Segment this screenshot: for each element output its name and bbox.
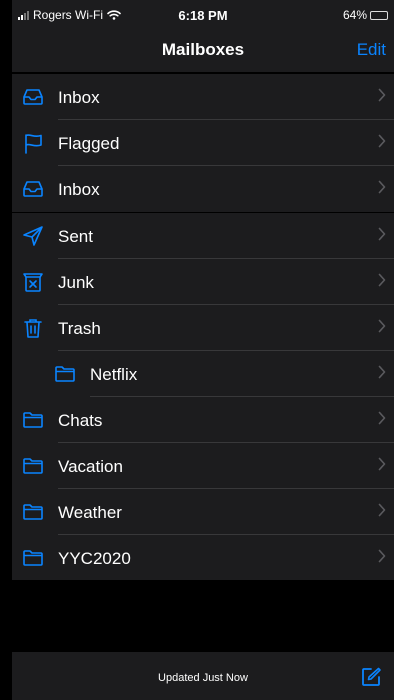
mail-app-screen: Rogers Wi-Fi 6:18 PM 64% Mailboxes Edit … xyxy=(12,0,394,700)
carrier-indicator: Rogers Wi-Fi xyxy=(18,8,121,22)
chevron-right-icon xyxy=(378,273,386,287)
folder-icon xyxy=(23,458,43,474)
chevron-right-icon xyxy=(378,319,386,333)
update-status: Updated Just Now xyxy=(158,672,248,684)
mailbox-label: Vacation xyxy=(58,457,123,476)
signal-strength-icon xyxy=(18,10,29,20)
chevron-right-icon xyxy=(378,549,386,563)
mailbox-row-trash[interactable]: Trash xyxy=(12,305,394,351)
inbox-tray-icon xyxy=(23,89,43,105)
mailbox-label: Inbox xyxy=(58,180,100,199)
mailbox-label: Trash xyxy=(58,319,101,338)
mailbox-label: Netflix xyxy=(90,365,138,384)
chevron-right-icon xyxy=(378,457,386,471)
chevron-right-icon xyxy=(378,134,386,148)
battery-indicator: 64% xyxy=(343,8,388,22)
mailbox-label: Flagged xyxy=(58,134,120,153)
flag-icon xyxy=(25,134,42,154)
chevron-right-icon xyxy=(378,180,386,194)
mailbox-row-inbox[interactable]: Inbox xyxy=(12,166,394,212)
mailbox-row-inbox[interactable]: Inbox xyxy=(12,74,394,120)
mailbox-label: YYC2020 xyxy=(58,549,131,568)
mailbox-list: Inbox Flagged Inbox Sent Junk Trash Netflix Cha… xyxy=(12,74,394,581)
folder-icon xyxy=(23,412,43,428)
folder-icon xyxy=(23,504,43,520)
folder-icon xyxy=(55,366,75,382)
mailbox-label: Chats xyxy=(58,411,103,430)
mailbox-row-flagged[interactable]: Flagged xyxy=(12,120,394,166)
junk-bin-icon xyxy=(23,273,43,292)
chevron-right-icon xyxy=(378,88,386,102)
mailbox-row-vacation[interactable]: Vacation xyxy=(12,443,394,489)
mailbox-row-chats[interactable]: Chats xyxy=(12,397,394,443)
inbox-tray-icon xyxy=(23,181,43,197)
mailbox-label: Inbox xyxy=(58,88,100,107)
status-bar: Rogers Wi-Fi 6:18 PM 64% xyxy=(12,0,394,28)
folder-icon xyxy=(23,550,43,566)
edit-button[interactable]: Edit xyxy=(357,40,386,60)
chevron-right-icon xyxy=(378,503,386,517)
mailbox-row-yyc2020[interactable]: YYC2020 xyxy=(12,535,394,581)
battery-icon xyxy=(370,10,388,20)
navigation-bar: Mailboxes Edit xyxy=(12,28,394,72)
paper-plane-icon xyxy=(23,226,43,246)
battery-percentage: 64% xyxy=(342,8,367,22)
compose-icon[interactable] xyxy=(360,666,382,688)
trash-icon xyxy=(24,319,42,338)
chevron-right-icon xyxy=(378,411,386,425)
mailbox-row-weather[interactable]: Weather xyxy=(12,489,394,535)
mailbox-row-netflix[interactable]: Netflix xyxy=(12,351,394,397)
mailbox-label: Junk xyxy=(58,273,94,292)
mailbox-row-junk[interactable]: Junk xyxy=(12,259,394,305)
carrier-name: Rogers Wi-Fi xyxy=(33,8,104,22)
page-title: Mailboxes xyxy=(161,40,245,59)
empty-area xyxy=(12,580,394,652)
mailbox-label: Weather xyxy=(58,503,122,522)
chevron-right-icon xyxy=(378,227,386,241)
wifi-icon xyxy=(107,10,121,20)
mailbox-row-sent[interactable]: Sent xyxy=(12,213,394,259)
bottom-toolbar: Updated Just Now xyxy=(12,652,394,700)
chevron-right-icon xyxy=(378,365,386,379)
mailbox-label: Sent xyxy=(58,227,93,246)
